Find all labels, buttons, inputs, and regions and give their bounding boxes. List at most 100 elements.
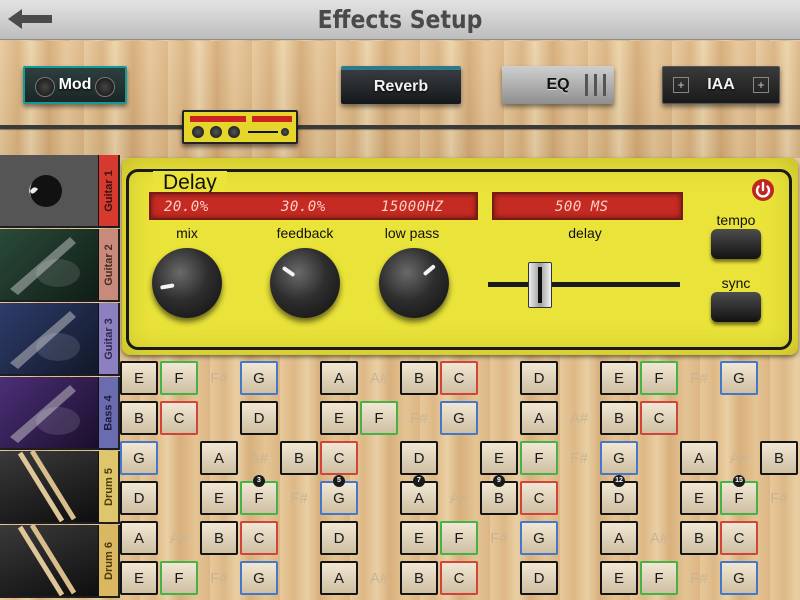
note-cell[interactable]: B	[400, 561, 438, 595]
note-cell[interactable]: D	[520, 361, 558, 395]
mix-knob[interactable]	[152, 248, 222, 318]
note-cell[interactable]: A	[200, 441, 238, 475]
note-cell[interactable]: A	[120, 521, 158, 555]
tempo-button[interactable]	[711, 229, 761, 259]
delay-slider-track[interactable]	[488, 282, 680, 287]
note-cell[interactable]: F	[360, 401, 398, 435]
note-cell[interactable]: B	[600, 401, 638, 435]
note-cell[interactable]: C	[320, 441, 358, 475]
note-cell[interactable]: E	[120, 361, 158, 395]
note-cell[interactable]: G	[440, 401, 478, 435]
note-cell[interactable]: G	[240, 361, 278, 395]
note-cell[interactable]: C	[640, 401, 678, 435]
note-cell[interactable]: E	[480, 441, 518, 475]
note-cell[interactable]: B	[120, 401, 158, 435]
note-cell[interactable]: B	[280, 441, 318, 475]
track-tab[interactable]: Guitar 1	[98, 155, 118, 226]
note-cell[interactable]: B	[400, 361, 438, 395]
page-title: Effects Setup	[317, 5, 483, 34]
note-cell[interactable]: G	[520, 521, 558, 555]
note-cell[interactable]: D	[520, 561, 558, 595]
bass-guitar-purple-icon	[0, 377, 98, 448]
note-cell[interactable]: C	[240, 521, 278, 555]
note-cell[interactable]: F#	[400, 401, 438, 435]
track-tab[interactable]: Drum 6	[98, 525, 118, 596]
track-item[interactable]: Bass 4	[0, 377, 120, 450]
note-cell[interactable]: E	[320, 401, 358, 435]
note-cell[interactable]: A	[600, 521, 638, 555]
note-cell[interactable]: C	[160, 401, 198, 435]
note-cell[interactable]: F	[440, 521, 478, 555]
power-icon[interactable]	[751, 178, 775, 202]
note-cell[interactable]: D	[320, 521, 358, 555]
note-cell[interactable]: A	[520, 401, 558, 435]
note-cell[interactable]: C	[520, 481, 558, 515]
note-cell[interactable]: A#	[160, 521, 198, 555]
track-item[interactable]: Guitar 1	[0, 155, 120, 228]
note-cell[interactable]: F	[520, 441, 558, 475]
note-cell[interactable]: F#	[200, 361, 238, 395]
note-cell[interactable]: G	[600, 441, 638, 475]
note-cell[interactable]: B	[680, 521, 718, 555]
note-cell[interactable]: F	[160, 361, 198, 395]
note-cell[interactable]: E	[600, 361, 638, 395]
eq-effect-unit[interactable]: EQ	[502, 66, 614, 104]
feedback-knob[interactable]	[270, 248, 340, 318]
note-cell[interactable]: B	[200, 521, 238, 555]
track-label: Guitar 1	[102, 169, 115, 212]
note-cell[interactable]: D	[400, 441, 438, 475]
sync-button[interactable]	[711, 292, 761, 322]
note-cell[interactable]: E	[600, 561, 638, 595]
note-cell[interactable]: F#	[200, 561, 238, 595]
tempo-label: tempo	[716, 212, 756, 228]
note-cell[interactable]: C	[720, 521, 758, 555]
track-item[interactable]: Drum 5	[0, 451, 120, 524]
mod-effect-unit[interactable]: Mod	[23, 66, 127, 104]
track-tab[interactable]: Drum 5	[98, 451, 118, 522]
note-cell[interactable]: F#	[760, 481, 798, 515]
note-cell[interactable]: G	[720, 361, 758, 395]
track-item[interactable]: Drum 6	[0, 525, 120, 598]
note-cell[interactable]: A#	[560, 401, 598, 435]
note-cell[interactable]: C	[440, 361, 478, 395]
note-cell[interactable]: A	[320, 561, 358, 595]
note-cell[interactable]: E	[680, 481, 718, 515]
note-cell[interactable]: E	[120, 561, 158, 595]
back-arrow-icon[interactable]	[6, 6, 54, 32]
track-tab[interactable]: Guitar 2	[98, 229, 118, 300]
note-cell[interactable]: A#	[360, 561, 398, 595]
track-tab[interactable]: Bass 4	[98, 377, 118, 448]
note-cell[interactable]: F	[640, 561, 678, 595]
note-cell[interactable]: B	[760, 441, 798, 475]
note-cell[interactable]: A#	[360, 361, 398, 395]
delay-slider-handle[interactable]	[528, 262, 552, 308]
note-cell[interactable]: A#	[240, 441, 278, 475]
note-cell[interactable]: G	[240, 561, 278, 595]
iaa-effect-unit[interactable]: + IAA +	[662, 66, 780, 104]
note-cell[interactable]: A#	[440, 481, 478, 515]
delay-pedal-mini[interactable]	[182, 110, 298, 144]
note-cell[interactable]: D	[240, 401, 278, 435]
lowpass-knob[interactable]	[379, 248, 449, 318]
track-item[interactable]: Guitar 2	[0, 229, 120, 302]
note-cell[interactable]: G	[720, 561, 758, 595]
note-cell[interactable]: D	[120, 481, 158, 515]
note-cell[interactable]: A#	[720, 441, 758, 475]
reverb-effect-unit[interactable]: Reverb	[341, 66, 461, 104]
note-cell[interactable]: A#	[640, 521, 678, 555]
note-cell[interactable]: A	[680, 441, 718, 475]
note-cell[interactable]: F#	[480, 521, 518, 555]
track-tab[interactable]: Guitar 3	[98, 303, 118, 374]
note-cell[interactable]: F#	[680, 361, 718, 395]
note-cell[interactable]: A	[320, 361, 358, 395]
note-cell[interactable]: F#	[560, 441, 598, 475]
note-cell[interactable]: G	[120, 441, 158, 475]
note-cell[interactable]: F	[640, 361, 678, 395]
track-item[interactable]: Guitar 3	[0, 303, 120, 376]
note-cell[interactable]: F#	[280, 481, 318, 515]
note-cell[interactable]: C	[440, 561, 478, 595]
note-cell[interactable]: F#	[680, 561, 718, 595]
note-cell[interactable]: E	[400, 521, 438, 555]
note-cell[interactable]: E	[200, 481, 238, 515]
note-cell[interactable]: F	[160, 561, 198, 595]
